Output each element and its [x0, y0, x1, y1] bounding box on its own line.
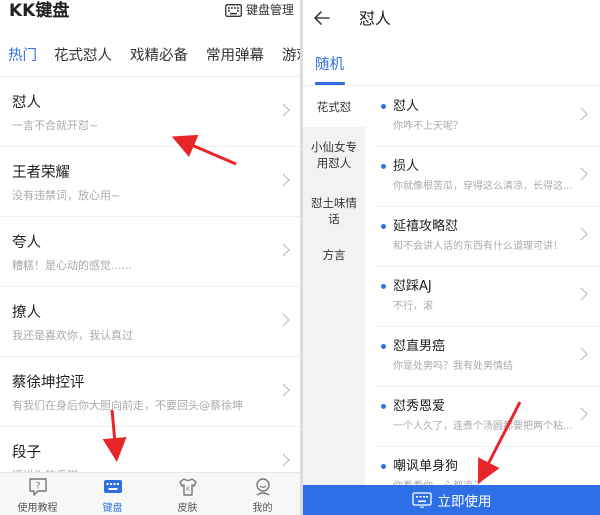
bullet-dot	[381, 104, 386, 109]
list-item-subtitle: 一个人久了，连煮个汤圆都要把两个粘...	[393, 421, 573, 432]
list-item[interactable]: 怼人 一言不合就开怼~	[0, 77, 300, 147]
list-item[interactable]: 蔡徐坤控评 有我们在身后你大胆向前走，不要回头@蔡徐坤	[0, 357, 300, 427]
chevron-right-icon	[580, 107, 588, 121]
keyboard-icon	[103, 480, 122, 493]
list-item-title: 怼人	[12, 95, 41, 111]
list-item[interactable]: 怼人 你咋不上天呢？	[375, 87, 600, 147]
tab-danmaku[interactable]: 常用弹幕	[206, 46, 264, 66]
list-item[interactable]: 损人 你就像根苦瓜，穿得这么清凉，长得这...	[375, 147, 600, 207]
list-item[interactable]: 怼踩AJ 不行，滚	[375, 267, 600, 327]
list-item-subtitle: 不行，滚	[393, 301, 433, 312]
list-item-title: 王者荣耀	[12, 165, 70, 181]
svg-text:K: K	[186, 486, 191, 493]
keyboard-icon	[411, 492, 432, 508]
list-item[interactable]: 怼秀恩爱 一个人久了，连煮个汤圆都要把两个粘...	[375, 387, 600, 447]
nav-profile[interactable]: 我的	[225, 473, 300, 515]
list-item-subtitle: 糟糕！是心动的感觉......	[12, 259, 132, 272]
list-item-title: 段子	[12, 445, 41, 461]
use-now-label: 立即使用	[437, 494, 492, 510]
chevron-right-icon	[282, 383, 290, 397]
detail-tabs: 随机	[303, 44, 600, 86]
list-item-title: 怼踩AJ	[393, 279, 432, 294]
keyboard-manage-button[interactable]: 键盘管理	[225, 2, 294, 18]
nav-label: 我的	[252, 503, 273, 514]
list-item-subtitle: 你是处男吗？我有处男情结	[393, 361, 513, 372]
list-item-title: 怼秀恩爱	[393, 399, 446, 414]
list-item[interactable]: 夸人 糟糕！是心动的感觉......	[0, 217, 300, 287]
keyboard-home-screen: KK键盘 键盘管理 热门 花式怼人 戏精必备 常用弹幕 游戏 怼人 一言不合就开…	[0, 0, 300, 515]
list-item-title: 撩人	[12, 305, 41, 321]
chevron-right-icon	[282, 313, 290, 327]
roast-category-screen: 怼人 随机 花式怼 小仙女专用怼人 怼土味情话 方言 怼人 你咋不上天呢？ 损人…	[303, 0, 600, 515]
nav-tutorial[interactable]: ? 使用教程	[0, 473, 75, 515]
tab-drama[interactable]: 戏精必备	[130, 46, 188, 66]
chevron-right-icon	[580, 407, 588, 421]
list-item[interactable]: 撩人 我还是喜欢你，我认真过	[0, 287, 300, 357]
chevron-right-icon	[580, 287, 588, 301]
list-item-subtitle: 你咋不上天呢？	[393, 121, 463, 132]
list-item-subtitle: 没有违禁词，放心用~	[12, 189, 121, 202]
chevron-right-icon	[580, 167, 588, 181]
bullet-dot	[381, 404, 386, 409]
chevron-right-icon	[580, 347, 588, 361]
list-item-title: 怼人	[393, 99, 420, 114]
chevron-right-icon	[282, 173, 290, 187]
chevron-right-icon	[580, 227, 588, 241]
nav-label: 皮肤	[177, 503, 198, 514]
bullet-dot	[381, 464, 386, 469]
use-now-button[interactable]: 立即使用	[303, 485, 600, 515]
list-item[interactable]: 延禧攻略怼 和不会讲人话的东西有什么道理可讲！	[375, 207, 600, 267]
phrase-list: 怼人 你咋不上天呢？ 损人 你就像根苦瓜，穿得这么清凉，长得这... 延禧攻略怼…	[365, 87, 600, 492]
tab-game[interactable]: 游戏	[282, 46, 300, 66]
list-item-title: 蔡徐坤控评	[12, 375, 85, 391]
tab-random[interactable]: 随机	[315, 55, 344, 75]
bullet-dot	[381, 164, 386, 169]
chevron-right-icon	[282, 243, 290, 257]
tab-underline	[315, 82, 345, 85]
list-item-title: 延禧攻略怼	[393, 219, 459, 234]
page-title: 怼人	[359, 9, 392, 28]
keyboard-manage-label: 键盘管理	[245, 3, 294, 17]
list-item-title: 损人	[393, 159, 420, 174]
nav-label: 使用教程	[17, 503, 58, 514]
subcategory-sidebar: 花式怼 小仙女专用怼人 怼土味情话 方言	[303, 87, 365, 485]
back-arrow-icon[interactable]	[313, 9, 331, 27]
bullet-dot	[381, 224, 386, 229]
list-item-title: 夸人	[12, 235, 41, 251]
nav-skin[interactable]: K 皮肤	[150, 473, 225, 515]
category-tabs: 热门 花式怼人 戏精必备 常用弹幕 游戏	[0, 40, 300, 76]
chevron-right-icon	[282, 103, 290, 117]
question-bubble-icon: ?	[28, 478, 47, 496]
bottom-nav: ? 使用教程 键盘 K 皮肤 我的	[0, 472, 300, 515]
sidebar-item-dialect[interactable]: 方言	[303, 247, 365, 267]
sidebar-item-fancy-roast[interactable]: 花式怼	[303, 87, 365, 127]
list-item[interactable]: 王者荣耀 没有违禁词，放心用~	[0, 147, 300, 217]
nav-keyboard[interactable]: 键盘	[75, 473, 150, 515]
app-header: KK键盘 键盘管理	[0, 0, 300, 26]
list-item-subtitle: 和不会讲人话的东西有什么道理可讲！	[393, 241, 563, 252]
list-item-subtitle: 我还是喜欢你，我认真过	[12, 329, 133, 342]
svg-text:?: ?	[35, 482, 40, 492]
list-item-subtitle: 一言不合就开怼~	[12, 119, 99, 132]
list-item-title: 怼直男癌	[393, 339, 446, 354]
bullet-dot	[381, 344, 386, 349]
list-item-subtitle: 有我们在身后你大胆向前走，不要回头@蔡徐坤	[12, 399, 243, 412]
tab-hot[interactable]: 热门	[8, 46, 37, 66]
list-item-subtitle: 你就像根苦瓜，穿得这么清凉，长得这...	[393, 181, 573, 192]
app-title: KK键盘	[9, 1, 70, 21]
list-item[interactable]: 怼直男癌 你是处男吗？我有处男情结	[375, 327, 600, 387]
keyboard-icon	[225, 3, 242, 17]
shirt-icon: K	[178, 478, 197, 496]
detail-header: 怼人	[303, 0, 600, 38]
chevron-right-icon	[282, 453, 290, 467]
sidebar-item-cheesy-lines[interactable]: 怼土味情话	[303, 193, 365, 233]
tab-fancy-roast[interactable]: 花式怼人	[54, 46, 112, 66]
bullet-dot	[381, 284, 386, 289]
sidebar-item-fairy-roast[interactable]: 小仙女专用怼人	[303, 137, 365, 177]
list-item-title: 嘲讽单身狗	[393, 459, 459, 474]
nav-label: 键盘	[102, 503, 123, 514]
profile-icon	[255, 478, 270, 496]
